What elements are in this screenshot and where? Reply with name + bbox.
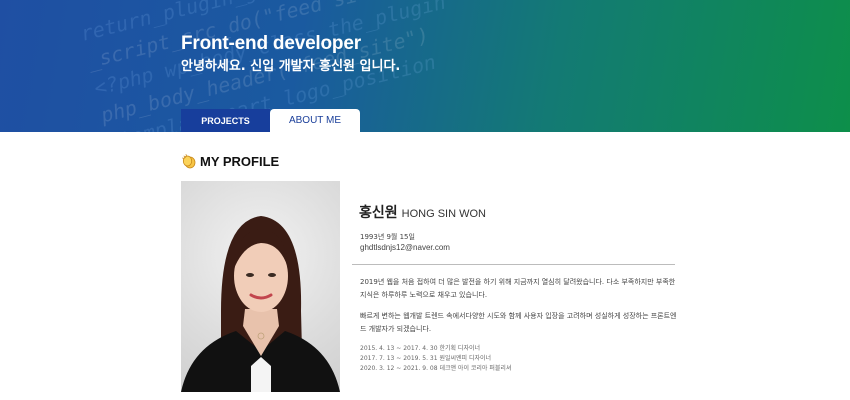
profile-photo — [181, 181, 340, 392]
hero-banner: return_plugin_get_Tags_ti _script_src_do… — [0, 0, 850, 132]
work-history: 2015. 4. 13 ~ 2017. 4. 30 한기획 디자이너 2017.… — [360, 344, 511, 374]
history-item: 2015. 4. 13 ~ 2017. 4. 30 한기획 디자이너 — [360, 345, 480, 352]
history-item: 2020. 3. 12 ~ 2021. 9. 08 데크앤 아이 코리아 퍼블리… — [360, 365, 512, 372]
divider — [352, 264, 675, 265]
hero-code-background: return_plugin_get_Tags_ti _script_src_do… — [78, 0, 448, 132]
birth-date: 1993년 9월 15일 — [360, 233, 415, 241]
hero-title: Front-end developer — [181, 33, 361, 54]
goal-paragraph: 빠르게 변하는 웹개발 트렌드 속에서다양한 시도와 함께 사용자 입장을 고려… — [360, 312, 677, 333]
intro-paragraph: 2019년 웹을 처음 접하여 더 많은 발전을 하기 위해 지금까지 열심히 … — [360, 278, 676, 299]
name-english: HONG SIN WON — [401, 208, 486, 220]
profile-name: 홍신원 HONG SIN WON — [359, 202, 486, 222]
section-title: MY PROFILE — [200, 153, 280, 169]
clapping-hands-icon — [181, 153, 197, 169]
hero-subtitle: 안녕하세요. 신입 개발자 홍신원 입니다. — [181, 59, 401, 74]
section-header: MY PROFILE — [181, 153, 279, 169]
tab-projects-label: PROJECTS — [201, 115, 250, 126]
email-address: ghdtlsdnjs12@naver.com — [360, 243, 450, 252]
name-korean: 홍신원 — [359, 205, 398, 221]
tab-about-me-label: ABOUT ME — [288, 115, 342, 126]
tab-about-me[interactable]: ABOUT ME — [270, 109, 360, 132]
tab-projects[interactable]: PROJECTS — [181, 109, 270, 132]
history-item: 2017. 7. 13 ~ 2019. 5. 31 원일씨엔피 디자이너 — [360, 355, 492, 362]
